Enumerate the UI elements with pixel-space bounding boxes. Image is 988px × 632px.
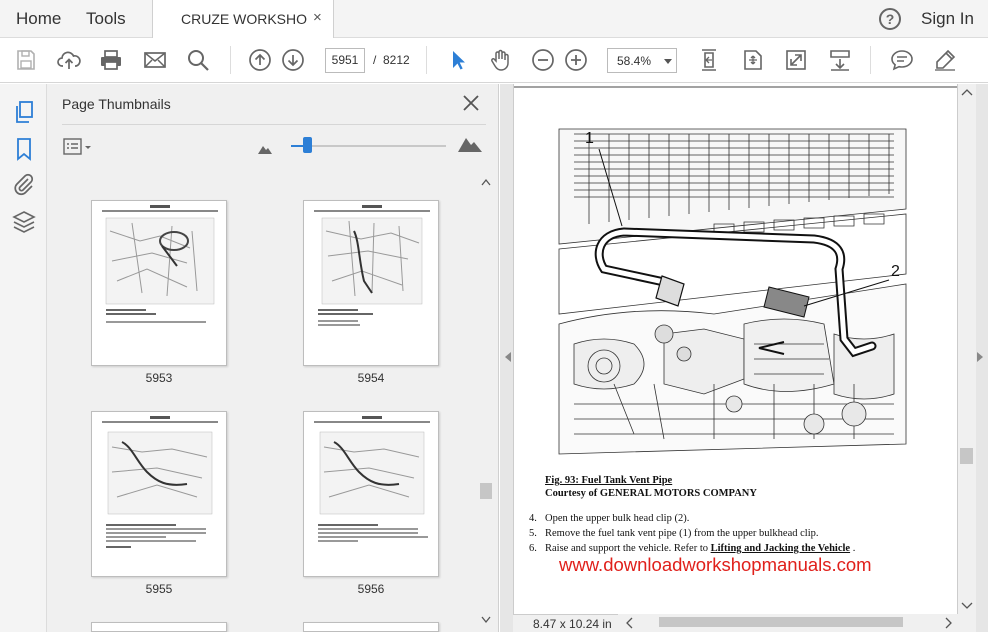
instruction-step: 5. Remove the fuel tank vent pipe (1) fro… [529,528,819,539]
attachment-icon[interactable] [12,173,36,197]
step-number: 6. [529,543,537,554]
thumbnail-page[interactable] [303,411,439,577]
thumbnail-label: 5956 [357,582,385,596]
page-thumbnails-icon[interactable] [12,100,36,124]
thumbnails-scrollbar[interactable] [479,177,493,632]
sign-in-link[interactable]: Sign In [921,9,974,29]
panel-title: Page Thumbnails [62,96,171,112]
expand-right-arrow-icon[interactable] [977,352,983,362]
step-text: Raise and support the vehicle. Refer to [545,543,711,554]
zoom-value: 58.4% [617,54,652,68]
toolbar-divider [870,46,871,74]
thumbnail-page[interactable] [91,411,227,577]
toolbar: 5951 / 8212 58.4% [0,38,988,83]
thumbnail-options-icon[interactable] [63,137,93,157]
help-icon[interactable]: ? [879,8,901,30]
step-number: 4. [529,513,537,524]
zoom-in-icon[interactable] [564,48,588,72]
callout-label: 1 [585,130,594,147]
thumbnail-label: 5953 [145,371,173,385]
toolbar-divider [230,46,231,74]
thumbnail-size-slider[interactable] [291,145,446,147]
page-size-indicator: 8.47 x 10.24 in [513,614,618,632]
zoom-out-icon[interactable] [531,48,555,72]
scrollbar-thumb[interactable] [960,448,973,464]
fit-page-icon[interactable] [697,48,721,72]
next-page-icon[interactable] [281,48,305,72]
scroll-mode-icon[interactable] [828,48,852,72]
search-icon[interactable] [186,48,210,72]
step-text: Remove the fuel tank vent pipe (1) from … [545,528,819,539]
bookmark-icon[interactable] [12,137,36,161]
save-icon[interactable] [14,48,38,72]
print-icon[interactable] [99,48,123,72]
full-screen-icon[interactable] [784,48,808,72]
thumbnails-panel: Page Thumbnails 5953 5954 5955 5956 [47,84,499,632]
menu-bar: Home Tools CRUZE WORKSHO... × ? Sign In [0,0,988,38]
thumbnail-page[interactable] [303,622,439,632]
close-icon[interactable] [461,93,481,113]
chevron-down-icon [664,59,672,64]
tab-title: CRUZE WORKSHO... [181,11,307,27]
toolbar-divider [426,46,427,74]
horizontal-scrollbar-thumb[interactable] [659,617,903,627]
page-size-text: 8.47 x 10.24 in [533,617,612,631]
rotate-view-icon[interactable] [741,48,765,72]
figure-caption: Fig. 93: Fuel Tank Vent Pipe [545,475,673,486]
slider-handle[interactable] [303,137,312,153]
total-pages: 8212 [383,53,410,67]
step-text-end: . [850,543,856,554]
enlarge-thumbnails-icon[interactable] [458,136,482,157]
callout-label: 2 [891,263,900,280]
tab-close-icon[interactable]: × [313,9,322,26]
menu-tools[interactable]: Tools [86,9,126,29]
document-page: 1 2 Fig. 93: Fuel Tank Vent Pipe Courtes… [513,84,958,614]
step-number: 5. [529,528,537,539]
layers-icon[interactable] [12,210,36,234]
menu-home[interactable]: Home [16,9,61,29]
document-tab[interactable]: CRUZE WORKSHO... × [152,0,334,38]
highlight-pen-icon[interactable] [933,48,957,72]
thumbnail-label: 5954 [357,371,385,385]
select-cursor-icon[interactable] [446,48,470,72]
thumbnail-page[interactable] [91,622,227,632]
instruction-step: 6. Raise and support the vehicle. Refer t… [529,543,855,554]
watermark-url: www.downloadworkshopmanuals.com [559,554,872,575]
shrink-thumbnails-icon[interactable] [258,141,272,159]
thumbnail-page[interactable] [91,200,227,366]
thumbnail-page[interactable] [303,200,439,366]
navigation-rail [0,84,47,632]
cloud-upload-icon[interactable] [57,48,81,72]
comment-icon[interactable] [890,48,914,72]
zoom-select[interactable]: 58.4% [607,48,677,73]
email-icon[interactable] [143,48,167,72]
previous-page-icon[interactable] [248,48,272,72]
figure-credit: Courtesy of GENERAL MOTORS COMPANY [545,488,757,499]
panel-divider [62,124,486,125]
step-text: Open the upper bulk head clip (2). [545,513,690,524]
hand-tool-icon[interactable] [488,48,512,72]
page-separator: / [373,53,377,67]
instruction-step: 4. Open the upper bulk head clip (2). [529,513,689,524]
page-number-input[interactable]: 5951 [325,48,365,73]
thumbnail-label: 5955 [145,582,173,596]
collapse-left-arrow-icon[interactable] [505,352,511,362]
lifting-jacking-link[interactable]: Lifting and Jacking the Vehicle [711,543,850,554]
document-vertical-scrollbar[interactable] [958,84,976,614]
